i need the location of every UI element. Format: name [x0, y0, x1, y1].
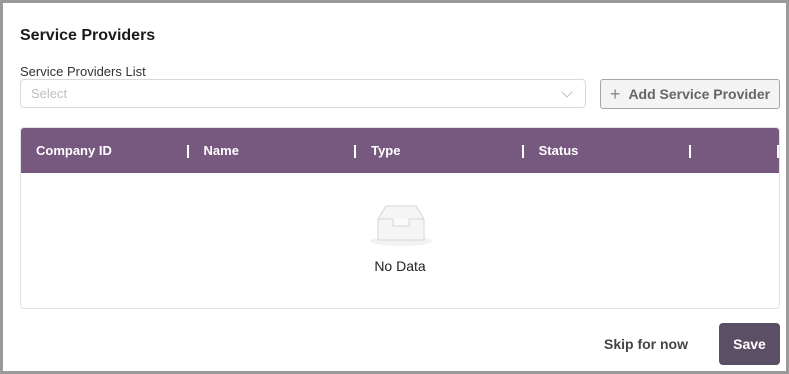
skip-for-now-button[interactable]: Skip for now: [591, 333, 701, 355]
add-service-provider-label: Add Service Provider: [628, 86, 771, 102]
column-header-company-id[interactable]: Company ID: [21, 128, 189, 173]
select-placeholder: Select: [31, 86, 68, 101]
page-title: Service Providers: [20, 27, 156, 44]
table-header: Company ID Name Type Status: [21, 128, 779, 173]
empty-state-text: No Data: [374, 258, 426, 274]
column-header-status[interactable]: Status: [524, 128, 692, 173]
service-providers-list-label: Service Providers List: [20, 64, 146, 79]
add-service-provider-button[interactable]: + Add Service Provider: [600, 79, 780, 109]
service-providers-panel: Service Providers Service Providers List…: [0, 0, 789, 374]
plus-icon: +: [609, 84, 621, 104]
column-header-type[interactable]: Type: [356, 128, 524, 173]
service-providers-table: Company ID Name Type Status No Data: [20, 127, 780, 309]
chevron-down-icon: [561, 85, 573, 98]
save-button[interactable]: Save: [719, 323, 780, 365]
service-providers-select[interactable]: Select: [20, 79, 586, 108]
column-header-name[interactable]: Name: [189, 128, 357, 173]
column-header-actions: [691, 128, 779, 173]
empty-inbox-icon: [369, 203, 433, 252]
table-body: No Data: [21, 173, 779, 308]
